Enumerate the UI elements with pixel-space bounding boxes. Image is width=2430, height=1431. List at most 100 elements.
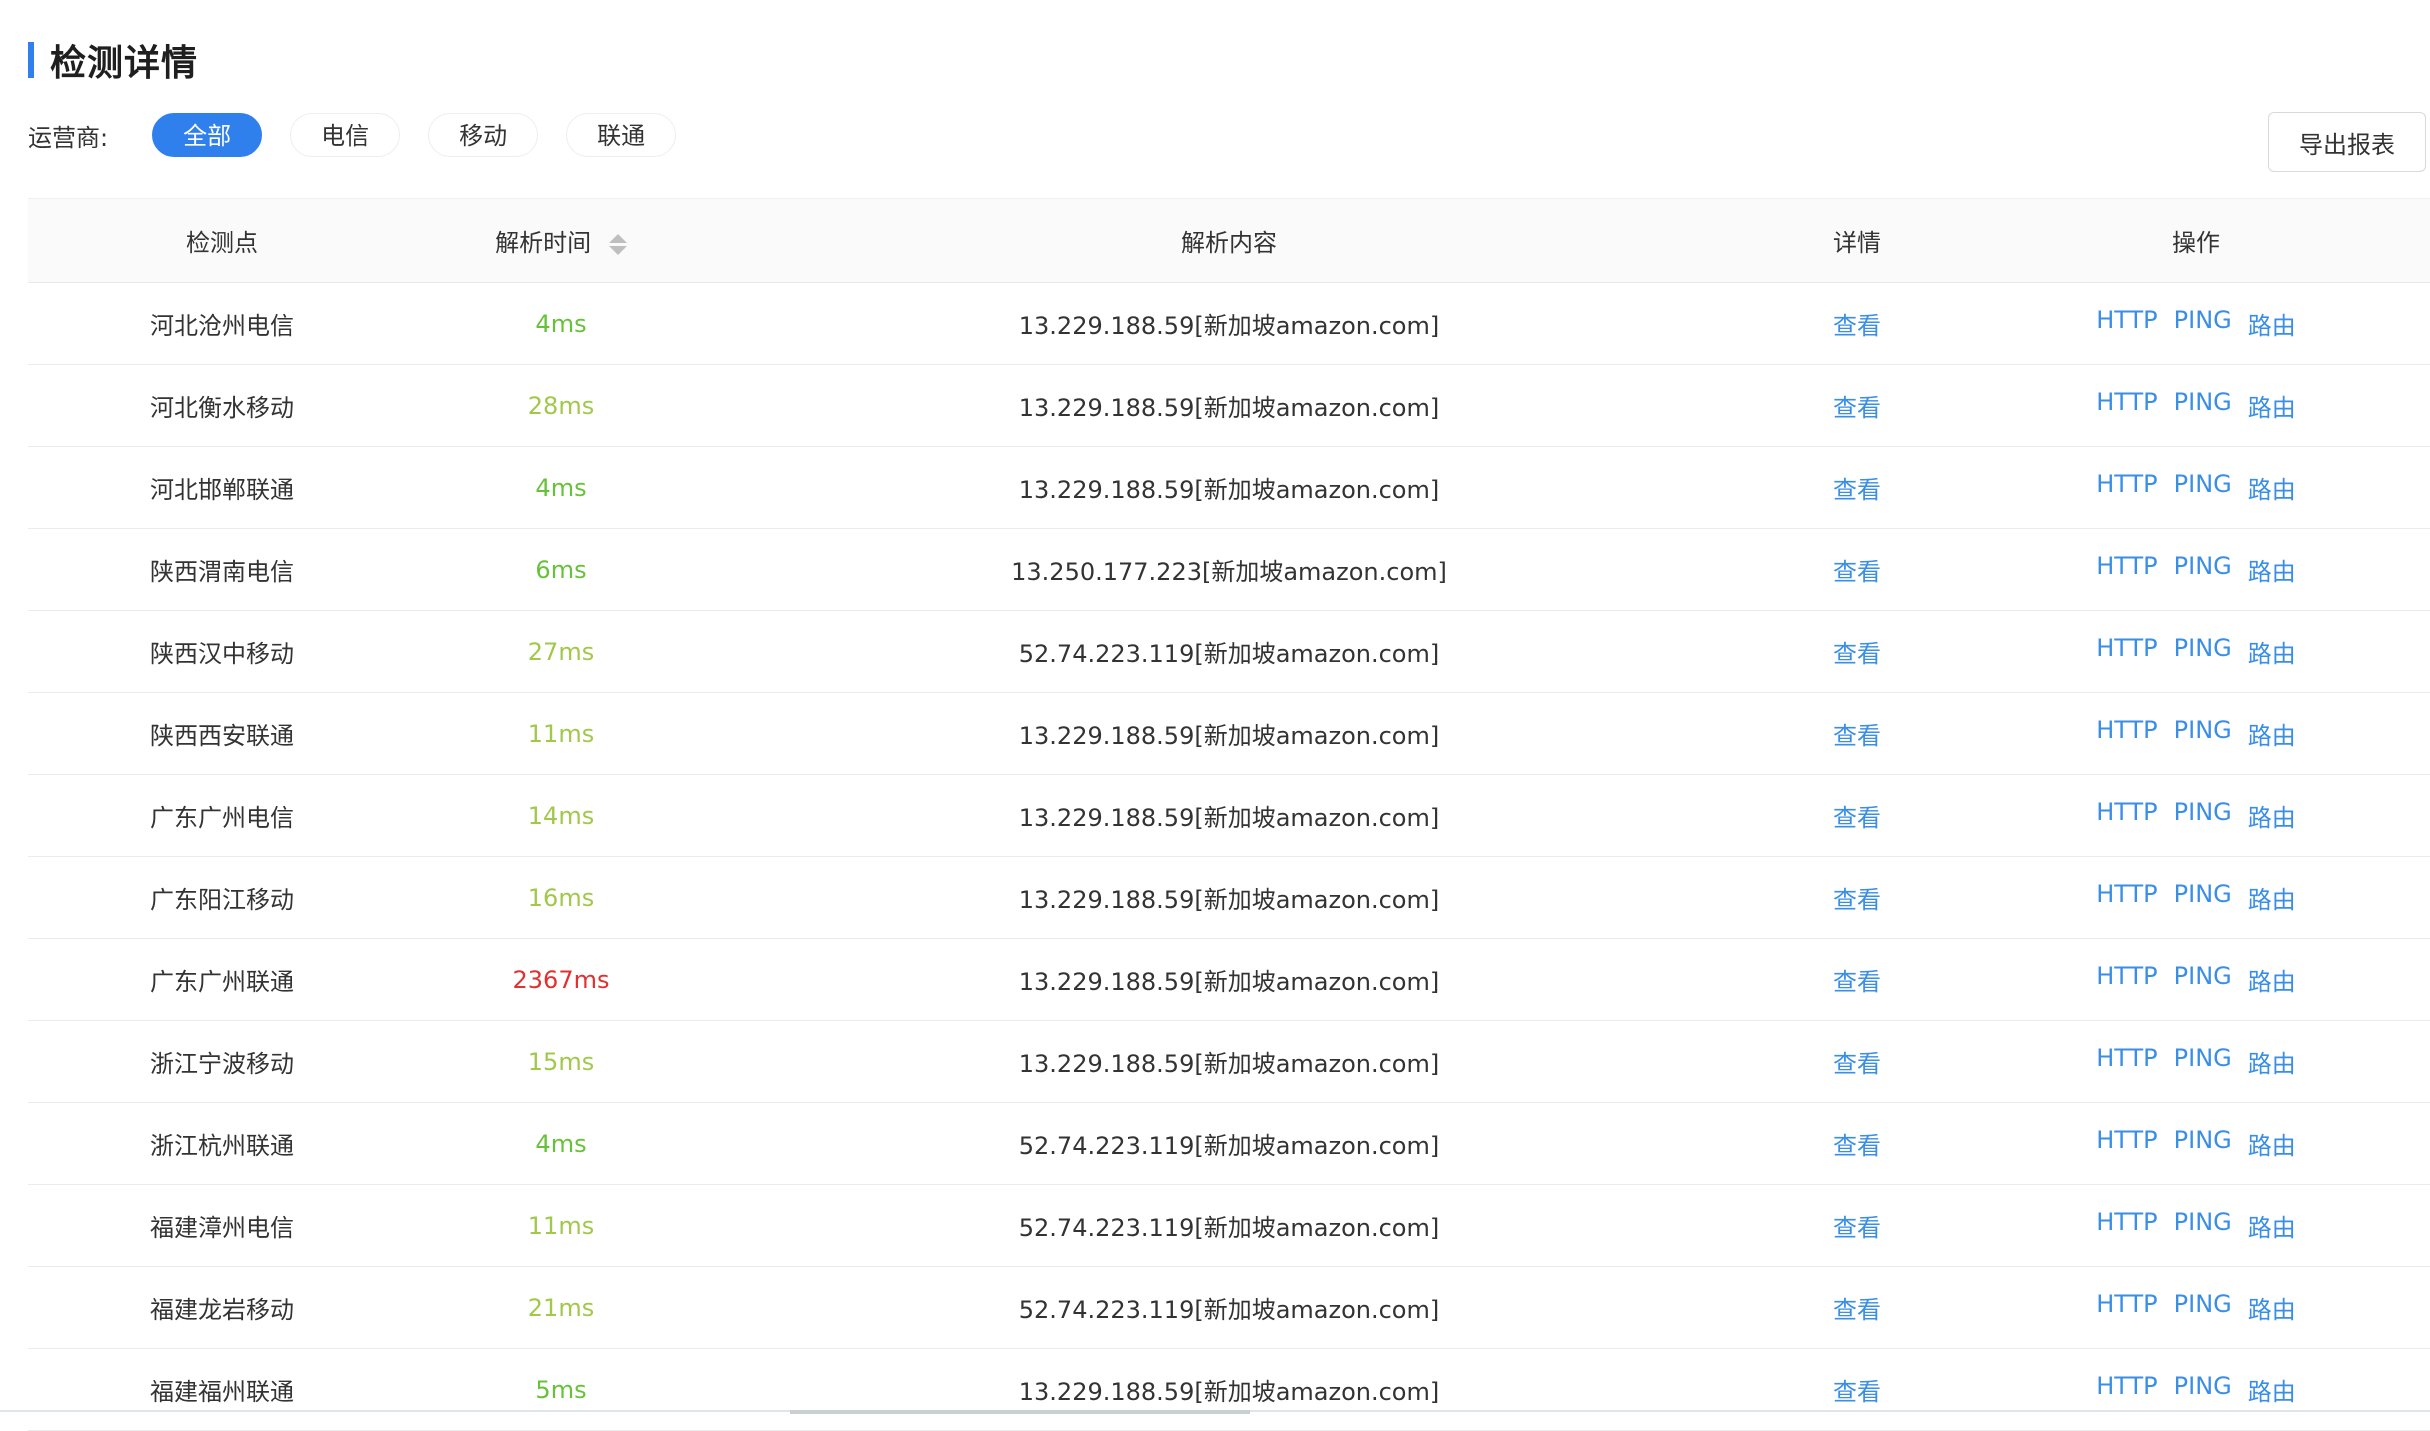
http-link[interactable]: HTTP — [2096, 306, 2157, 341]
ping-link[interactable]: PING — [2174, 470, 2232, 505]
ping-link[interactable]: PING — [2174, 798, 2232, 833]
http-link[interactable]: HTTP — [2096, 716, 2157, 751]
view-detail-link[interactable]: 查看 — [1833, 1050, 1881, 1078]
view-detail-link[interactable]: 查看 — [1833, 968, 1881, 996]
route-link[interactable]: 路由 — [2248, 962, 2296, 997]
cell-content: 52.74.223.119[新加坡amazon.com] — [706, 1266, 1752, 1349]
route-link[interactable]: 路由 — [2248, 1044, 2296, 1079]
cell-time: 27ms — [416, 610, 706, 693]
filter-option-telecom[interactable]: 电信 — [290, 113, 401, 157]
route-link[interactable]: 路由 — [2248, 1372, 2296, 1407]
view-detail-link[interactable]: 查看 — [1833, 1132, 1881, 1160]
point-text: 河北衡水移动 — [150, 394, 294, 422]
view-detail-link[interactable]: 查看 — [1833, 804, 1881, 832]
http-link[interactable]: HTTP — [2096, 1372, 2157, 1407]
http-link[interactable]: HTTP — [2096, 1044, 2157, 1079]
route-link[interactable]: 路由 — [2248, 1290, 2296, 1325]
cell-content: 52.74.223.119[新加坡amazon.com] — [706, 1102, 1752, 1185]
view-detail-link[interactable]: 查看 — [1833, 1378, 1881, 1406]
operation-links: HTTP PING 路由 — [2096, 306, 2296, 341]
time-text: 27ms — [527, 637, 595, 666]
view-detail-link[interactable]: 查看 — [1833, 476, 1881, 504]
view-detail-link[interactable]: 查看 — [1833, 1296, 1881, 1324]
cell-content: 13.229.188.59[新加坡amazon.com] — [706, 282, 1752, 365]
cell-operation: HTTP PING 路由 — [1962, 364, 2430, 447]
time-text: 21ms — [527, 1293, 595, 1322]
ping-link[interactable]: PING — [2174, 1290, 2232, 1325]
ping-link[interactable]: PING — [2174, 1372, 2232, 1407]
ping-link[interactable]: PING — [2174, 962, 2232, 997]
view-detail-link[interactable]: 查看 — [1833, 722, 1881, 750]
sort-down-icon[interactable] — [608, 245, 627, 255]
ping-link[interactable]: PING — [2174, 552, 2232, 587]
view-detail-link[interactable]: 查看 — [1833, 886, 1881, 914]
ping-link[interactable]: PING — [2174, 306, 2232, 341]
route-link[interactable]: 路由 — [2248, 470, 2296, 505]
sort-up-icon[interactable] — [608, 233, 627, 243]
route-link[interactable]: 路由 — [2248, 388, 2296, 423]
route-link[interactable]: 路由 — [2248, 552, 2296, 587]
route-link[interactable]: 路由 — [2248, 306, 2296, 341]
point-text: 福建龙岩移动 — [150, 1296, 294, 1324]
ping-link[interactable]: PING — [2174, 1044, 2232, 1079]
time-text: 15ms — [527, 1047, 595, 1076]
cell-point: 河北邯郸联通 — [28, 446, 416, 529]
http-link[interactable]: HTTP — [2096, 470, 2157, 505]
filter-option-all[interactable]: 全部 — [152, 113, 263, 157]
cell-content: 13.229.188.59[新加坡amazon.com] — [706, 692, 1752, 775]
filter-option-unicom[interactable]: 联通 — [566, 113, 677, 157]
cell-content: 13.229.188.59[新加坡amazon.com] — [706, 856, 1752, 939]
view-detail-link[interactable]: 查看 — [1833, 394, 1881, 422]
route-link[interactable]: 路由 — [2248, 716, 2296, 751]
ping-link[interactable]: PING — [2174, 880, 2232, 915]
route-link[interactable]: 路由 — [2248, 1208, 2296, 1243]
http-link[interactable]: HTTP — [2096, 388, 2157, 423]
ping-link[interactable]: PING — [2174, 716, 2232, 751]
ping-link[interactable]: PING — [2174, 634, 2232, 669]
cell-point: 浙江宁波移动 — [28, 1020, 416, 1103]
http-link[interactable]: HTTP — [2096, 634, 2157, 669]
view-detail-link[interactable]: 查看 — [1833, 558, 1881, 586]
http-link[interactable]: HTTP — [2096, 880, 2157, 915]
cell-point: 陕西汉中移动 — [28, 610, 416, 693]
http-link[interactable]: HTTP — [2096, 1290, 2157, 1325]
cell-point: 陕西西安联通 — [28, 692, 416, 775]
table-row: 福建龙岩移动 21ms 52.74.223.119[新加坡amazon.com] 查看… — [28, 1266, 2430, 1349]
point-text: 浙江宁波移动 — [150, 1050, 294, 1078]
route-link[interactable]: 路由 — [2248, 880, 2296, 915]
view-detail-link[interactable]: 查看 — [1833, 312, 1881, 340]
route-link[interactable]: 路由 — [2248, 634, 2296, 669]
header-time-label: 解析时间 — [495, 229, 592, 257]
table-row: 广东广州联通 2367ms 13.229.188.59[新加坡amazon.com]… — [28, 938, 2430, 1021]
page-title-text: 检测详情 — [50, 43, 199, 84]
view-detail-link[interactable]: 查看 — [1833, 640, 1881, 668]
table-row: 陕西渭南电信 6ms 13.250.177.223[新加坡amazon.com] 查看… — [28, 528, 2430, 611]
horizontal-scrollbar[interactable] — [790, 1410, 1250, 1414]
http-link[interactable]: HTTP — [2096, 1208, 2157, 1243]
cell-detail: 查看 — [1752, 446, 1962, 529]
route-link[interactable]: 路由 — [2248, 1126, 2296, 1161]
content-text: 52.74.223.119[新加坡amazon.com] — [1018, 1214, 1440, 1242]
sort-icon[interactable] — [608, 233, 627, 255]
export-report-button[interactable]: 导出报表 — [2268, 112, 2426, 172]
header-time[interactable]: 解析时间 — [416, 198, 706, 283]
http-link[interactable]: HTTP — [2096, 1126, 2157, 1161]
http-link[interactable]: HTTP — [2096, 552, 2157, 587]
table-row: 河北沧州电信 4ms 13.229.188.59[新加坡amazon.com] 查看 H… — [28, 282, 2430, 365]
filter-option-mobile[interactable]: 移动 — [428, 113, 539, 157]
operation-links: HTTP PING 路由 — [2096, 1126, 2296, 1161]
ping-link[interactable]: PING — [2174, 388, 2232, 423]
view-detail-link[interactable]: 查看 — [1833, 1214, 1881, 1242]
ping-link[interactable]: PING — [2174, 1208, 2232, 1243]
table-row: 浙江宁波移动 15ms 13.229.188.59[新加坡amazon.com] 查看… — [28, 1020, 2430, 1103]
route-link[interactable]: 路由 — [2248, 798, 2296, 833]
cell-time: 28ms — [416, 364, 706, 447]
http-link[interactable]: HTTP — [2096, 962, 2157, 997]
table-row: 浙江杭州联通 4ms 52.74.223.119[新加坡amazon.com] 查看 H… — [28, 1102, 2430, 1185]
cell-detail: 查看 — [1752, 1266, 1962, 1349]
http-link[interactable]: HTTP — [2096, 798, 2157, 833]
content-text: 13.229.188.59[新加坡amazon.com] — [1018, 312, 1440, 340]
cell-time: 11ms — [416, 1184, 706, 1267]
cell-operation: HTTP PING 路由 — [1962, 1266, 2430, 1349]
ping-link[interactable]: PING — [2174, 1126, 2232, 1161]
